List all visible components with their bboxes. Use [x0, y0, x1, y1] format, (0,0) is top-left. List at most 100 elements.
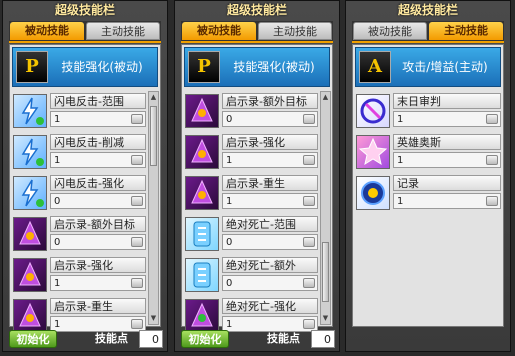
skill-level-value: 0	[226, 278, 233, 289]
level-up-button[interactable]	[303, 319, 315, 329]
skill-list: 启示录-额外目标 0 启示录-强化 1 启示录-重生 1 绝对死亡-范围 0 绝…	[184, 91, 318, 337]
lightning-skill-icon	[13, 135, 47, 169]
passive-badge-icon: P	[16, 51, 48, 83]
scroll-down-icon[interactable]: ▼	[321, 313, 330, 324]
skill-level: 0	[222, 275, 318, 291]
level-up-button[interactable]	[131, 278, 143, 288]
init-button[interactable]: 初始化	[9, 330, 57, 348]
level-up-button[interactable]	[486, 155, 498, 165]
scroll-up-icon[interactable]: ▲	[321, 92, 330, 103]
level-up-button[interactable]	[131, 155, 143, 165]
passive-badge-icon: P	[188, 51, 220, 83]
skill-name: 闪电反击-削减	[50, 134, 146, 150]
skill-list-area: P 技能强化(被动) 启示录-额外目标 0 启示录-强化 1 启示录-重生 1 …	[181, 44, 333, 333]
skill-level: 0	[222, 111, 318, 127]
skill-level: 1	[50, 275, 146, 291]
apocalypse-skill-icon	[185, 176, 219, 210]
skill-level-value: 1	[54, 278, 61, 289]
skill-level: 1	[393, 111, 501, 127]
level-up-button[interactable]	[303, 155, 315, 165]
scroll-thumb[interactable]	[150, 106, 157, 166]
panel-footer: 初始化 技能点 0	[175, 329, 339, 349]
skill-row[interactable]: 启示录-强化 1	[184, 132, 318, 173]
absolute-death-skill-icon	[185, 299, 219, 333]
apocalypse-skill-icon	[185, 94, 219, 128]
tab-active[interactable]: 主动技能	[86, 22, 160, 40]
skill-row[interactable]: 闪电反击-强化 0	[12, 173, 146, 214]
skill-level-value: 1	[54, 155, 61, 166]
skill-row[interactable]: 记录 1	[355, 173, 501, 214]
skill-row[interactable]: 启示录-重生 1	[184, 173, 318, 214]
skill-row[interactable]: 绝对死亡-额外 0	[184, 255, 318, 296]
scrollbar[interactable]: ▲ ▼	[148, 91, 159, 325]
level-up-button[interactable]	[131, 196, 143, 206]
skill-list: 末日审判 1 英雄奥斯 1 记录 1	[355, 91, 501, 214]
skill-level-value: 0	[226, 237, 233, 248]
absolute-death-skill-icon	[185, 217, 219, 251]
skill-level: 1	[222, 152, 318, 168]
skill-points-value: 0	[139, 330, 163, 348]
skill-name: 英雄奥斯	[393, 134, 501, 150]
skill-list: 闪电反击-范围 1 闪电反击-削减 1 闪电反击-强化 0 启示录-额外目标 0…	[12, 91, 146, 337]
skill-level: 1	[50, 111, 146, 127]
init-button[interactable]: 初始化	[181, 330, 229, 348]
category-label: 技能强化(被动)	[61, 60, 143, 74]
skill-row[interactable]: 绝对死亡-范围 0	[184, 214, 318, 255]
scroll-up-icon[interactable]: ▲	[149, 92, 158, 103]
level-up-button[interactable]	[131, 319, 143, 329]
skill-points-value: 0	[311, 330, 335, 348]
apocalypse-skill-icon	[13, 217, 47, 251]
scroll-down-icon[interactable]: ▼	[149, 313, 158, 324]
apocalypse-skill-icon	[13, 258, 47, 292]
level-up-button[interactable]	[303, 278, 315, 288]
scrollbar[interactable]: ▲ ▼	[320, 91, 331, 325]
skill-row[interactable]: 启示录-强化 1	[12, 255, 146, 296]
skill-name: 绝对死亡-强化	[222, 298, 318, 314]
skill-points-label: 技能点	[95, 332, 128, 345]
doomsday-judgment-icon	[356, 94, 390, 128]
skill-row[interactable]: 末日审判 1	[355, 91, 501, 132]
tab-bar: 被动技能 主动技能	[181, 21, 333, 43]
tab-bar: 被动技能 主动技能	[352, 21, 504, 43]
skill-level-value: 1	[397, 114, 404, 125]
skill-name: 记录	[393, 175, 501, 191]
level-up-button[interactable]	[303, 196, 315, 206]
tab-passive[interactable]: 被动技能	[182, 22, 256, 40]
skill-level: 1	[50, 152, 146, 168]
category-header: A 攻击/增益(主动)	[355, 47, 501, 87]
skill-row[interactable]: 闪电反击-削减 1	[12, 132, 146, 173]
level-up-button[interactable]	[131, 237, 143, 247]
tab-passive[interactable]: 被动技能	[10, 22, 84, 40]
skill-name: 启示录-额外目标	[50, 216, 146, 232]
skill-row[interactable]: 启示录-额外目标 0	[184, 91, 318, 132]
tab-bar: 被动技能 主动技能	[9, 21, 161, 43]
level-up-button[interactable]	[486, 114, 498, 124]
tab-passive[interactable]: 被动技能	[353, 22, 427, 40]
level-up-button[interactable]	[131, 114, 143, 124]
skill-level-value: 0	[226, 114, 233, 125]
level-up-button[interactable]	[303, 114, 315, 124]
lightning-skill-icon	[13, 94, 47, 128]
skill-level-value: 1	[226, 155, 233, 166]
lightning-skill-icon	[13, 176, 47, 210]
category-header: P 技能强化(被动)	[184, 47, 330, 87]
skill-row[interactable]: 闪电反击-范围 1	[12, 91, 146, 132]
skill-row[interactable]: 英雄奥斯 1	[355, 132, 501, 173]
skill-level-value: 0	[54, 237, 61, 248]
scroll-thumb[interactable]	[322, 242, 329, 302]
skill-row[interactable]: 启示录-额外目标 0	[12, 214, 146, 255]
skill-name: 启示录-重生	[222, 175, 318, 191]
level-up-button[interactable]	[303, 237, 315, 247]
tab-active[interactable]: 主动技能	[258, 22, 332, 40]
skill-level: 0	[50, 193, 146, 209]
tab-active[interactable]: 主动技能	[429, 22, 503, 40]
record-icon	[356, 176, 390, 210]
skill-name: 启示录-重生	[50, 298, 146, 314]
hero-oath-icon	[356, 135, 390, 169]
skill-name: 启示录-强化	[50, 257, 146, 273]
skill-level-value: 1	[397, 155, 404, 166]
level-up-button[interactable]	[486, 196, 498, 206]
category-label: 技能强化(被动)	[233, 60, 315, 74]
skill-level: 0	[50, 234, 146, 250]
skill-name: 绝对死亡-范围	[222, 216, 318, 232]
